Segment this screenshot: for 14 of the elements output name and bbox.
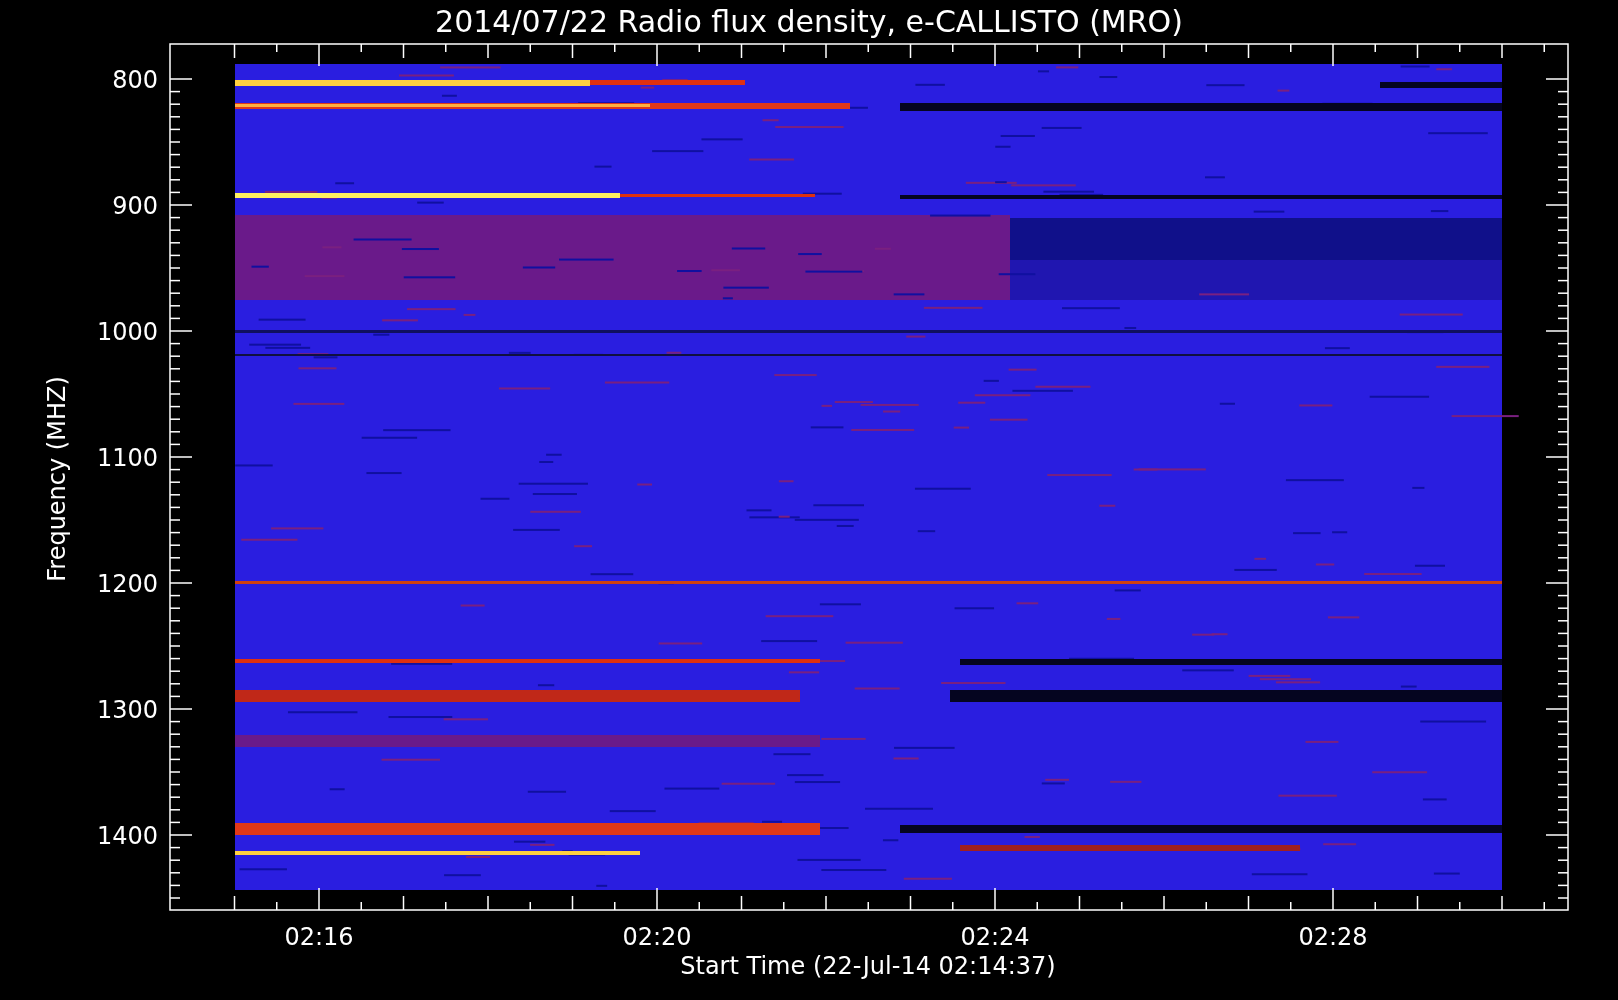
x-tick-label: 02:20	[622, 923, 692, 951]
y-tick-label: 800	[112, 66, 158, 94]
y-tick-label: 1300	[96, 696, 158, 724]
y-tick-label: 1200	[96, 570, 158, 598]
y-tick-label: 1400	[96, 822, 158, 850]
y-axis-title: Frequency (MHZ)	[43, 376, 71, 582]
y-tick-label: 1100	[96, 444, 158, 472]
y-tick-label: 1000	[96, 318, 158, 346]
x-tick-label: 02:24	[960, 923, 1030, 951]
x-tick-label: 02:16	[284, 923, 354, 951]
x-tick-label: 02:28	[1298, 923, 1368, 951]
x-axis-title: Start Time (22-Jul-14 02:14:37)	[680, 952, 1056, 980]
chart-title: 2014/07/22 Radio flux density, e-CALLISTO (MRO)	[435, 4, 1183, 39]
y-tick-label: 900	[112, 192, 158, 220]
